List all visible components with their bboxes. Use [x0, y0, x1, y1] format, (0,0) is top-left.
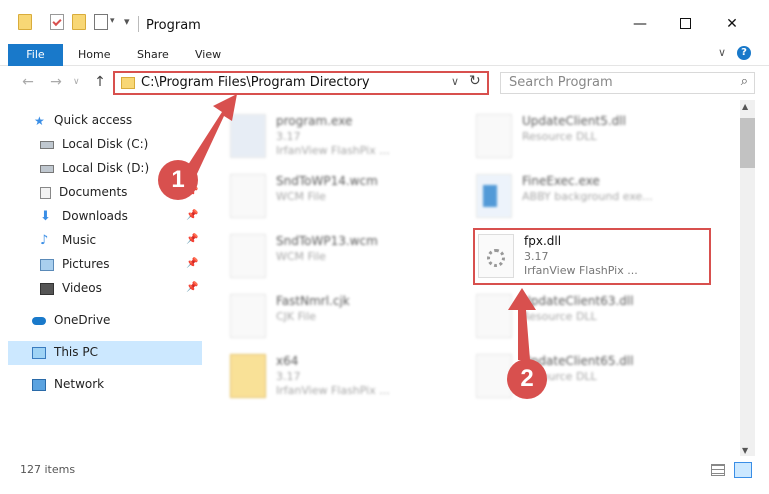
scrollbar-thumb[interactable] [740, 118, 755, 168]
arrow-1 [186, 94, 237, 176]
scroll-up-icon[interactable]: ▲ [742, 102, 748, 111]
scroll-down-icon[interactable]: ▼ [742, 446, 748, 455]
status-bar [0, 456, 769, 494]
arrow-2 [508, 288, 536, 360]
item-count: 127 items [20, 463, 76, 476]
large-icons-view-icon[interactable] [734, 462, 752, 478]
callout-one: 1 [158, 160, 198, 200]
annotation-arrows [186, 94, 536, 360]
callout-two: 2 [507, 359, 547, 399]
details-view-icon[interactable] [711, 464, 725, 476]
